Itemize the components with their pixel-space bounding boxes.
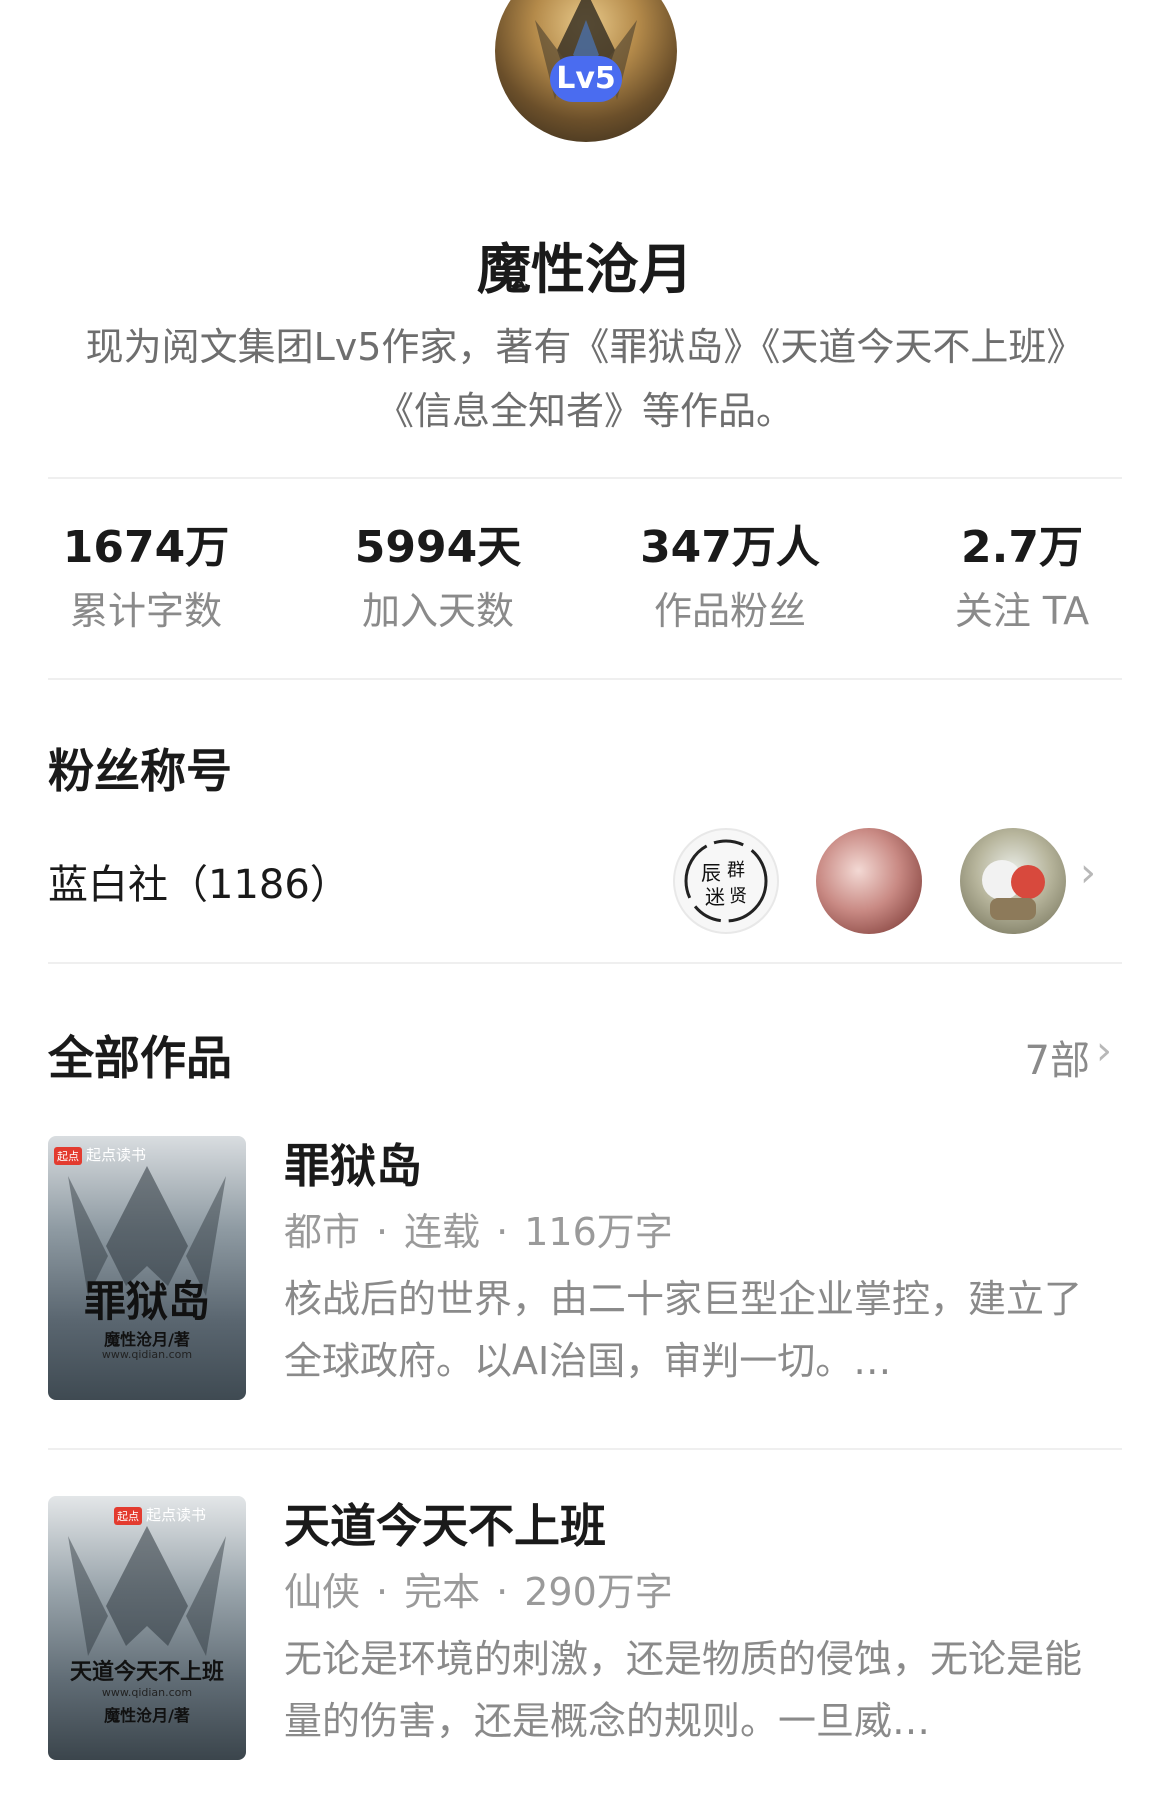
stat-label: 作品粉丝 <box>653 589 806 633</box>
stats-row: 1674万 累计字数 5994天 加入天数 347万人 作品粉丝 2.7万 关注… <box>0 520 1170 660</box>
book-word-count: 290万字 <box>524 1570 673 1614</box>
fan-title-heading: 粉丝称号 <box>48 744 232 798</box>
stat-value: 5994天 <box>354 522 522 573</box>
book-cover: 起点 起点读书 罪狱岛 魔性沧月/著 www.qidian.com <box>48 1136 246 1400</box>
cover-author: 魔性沧月/著 <box>104 1706 190 1725</box>
book-status: 连载 <box>404 1210 481 1254</box>
author-avatar[interactable]: Lv5 <box>495 0 677 142</box>
svg-text:辰: 辰 <box>701 861 721 885</box>
book-item[interactable]: 起点 起点读书 罪狱岛 魔性沧月/著 www.qidian.com 罪狱岛 都市 ·… <box>48 1136 1122 1402</box>
level-badge: Lv5 <box>550 56 622 102</box>
book-description: 无论是环境的刺激，还是物质的侵蚀，无论是能量的伤害，还是概念的规则。一旦威… <box>284 1637 1083 1743</box>
works-heading: 全部作品 <box>48 1031 232 1085</box>
author-bio: 现为阅文集团Lv5作家，著有《罪狱岛》《天道今天不上班》《信息全知者》等作品。 <box>85 325 1085 433</box>
svg-text:迷: 迷 <box>705 885 725 909</box>
divider <box>48 962 1122 964</box>
book-title: 罪狱岛 <box>284 1139 422 1193</box>
book-word-count: 116万字 <box>524 1210 673 1254</box>
book-genre: 仙侠 <box>284 1570 361 1614</box>
stat-value: 1674万 <box>62 522 230 573</box>
works-count-link[interactable]: 7部 <box>1025 1028 1090 1086</box>
cover-title: 天道今天不上班 <box>69 1659 224 1685</box>
meta-separator: · <box>496 1210 509 1254</box>
stat-followers[interactable]: 2.7万 关注 TA <box>876 520 1168 660</box>
stat-value: 2.7万 <box>961 522 1083 573</box>
chevron-right-icon[interactable]: › <box>1096 1028 1112 1074</box>
stat-label: 加入天数 <box>361 589 514 633</box>
fan-avatar-calligraphy: 辰 群 迷 贤 <box>673 828 779 934</box>
cover-site: www.qidian.com <box>101 1348 193 1361</box>
fan-club-label: 蓝白社（1186） <box>48 862 350 908</box>
svg-text:群: 群 <box>727 860 745 881</box>
book-genre: 都市 <box>284 1210 361 1254</box>
fan-avatar-photo <box>816 828 922 934</box>
stat-days-joined[interactable]: 5994天 加入天数 <box>292 520 584 660</box>
divider <box>48 678 1122 680</box>
book-status: 完本 <box>404 1570 481 1614</box>
book-cover: 起点 起点读书 天道今天不上班 www.qidian.com 魔性沧月/著 <box>48 1496 246 1760</box>
cover-site: www.qidian.com <box>101 1686 193 1699</box>
chevron-right-icon[interactable]: › <box>1080 850 1096 896</box>
fan-club-row[interactable]: 蓝白社（1186） 辰 群 迷 贤 › <box>48 820 1122 940</box>
book-meta: 都市 · 连载 · 116万字 <box>284 1204 673 1260</box>
works-count: 7部 <box>1024 1038 1090 1084</box>
book-description: 核战后的世界，由二十家巨型企业掌控，建立了全球政府。以AI治国，审判一切。… <box>284 1277 1083 1383</box>
divider <box>48 477 1122 479</box>
stat-fans[interactable]: 347万人 作品粉丝 <box>584 520 876 660</box>
stat-word-count[interactable]: 1674万 累计字数 <box>0 520 292 660</box>
meta-separator: · <box>496 1570 509 1614</box>
cover-title: 罪狱岛 <box>83 1277 210 1326</box>
stat-value: 347万人 <box>640 522 820 573</box>
fan-avatar-anime <box>960 828 1066 934</box>
meta-separator: · <box>376 1570 389 1614</box>
book-meta: 仙侠 · 完本 · 290万字 <box>284 1564 673 1620</box>
book-item[interactable]: 起点 起点读书 天道今天不上班 www.qidian.com 魔性沧月/著 天道今… <box>48 1496 1122 1762</box>
cover-author: 魔性沧月/著 <box>104 1330 190 1349</box>
divider <box>48 1448 1122 1450</box>
stat-label: 关注 TA <box>954 589 1090 633</box>
svg-text:贤: 贤 <box>729 886 747 907</box>
meta-separator: · <box>376 1210 389 1254</box>
author-name: 魔性沧月 <box>477 238 693 301</box>
book-title: 天道今天不上班 <box>284 1499 606 1553</box>
stat-label: 累计字数 <box>69 589 222 633</box>
